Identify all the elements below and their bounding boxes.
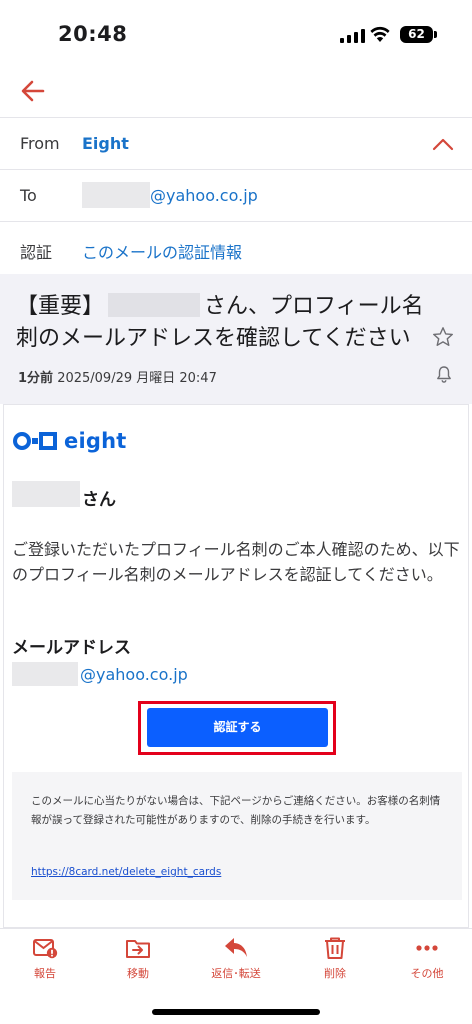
body-paragraph: ご登録いただいたプロフィール名刺のご本人確認のため、以下のプロフィール名刺のメー… xyxy=(12,540,460,584)
move-label: 移動 xyxy=(127,967,149,980)
status-bar: 20:48 62 xyxy=(0,0,472,64)
more-icon xyxy=(416,945,438,951)
chevron-up-icon[interactable] xyxy=(432,136,454,152)
from-row: From Eight xyxy=(0,118,472,170)
more-label: その他 xyxy=(410,967,444,980)
from-sender[interactable]: Eight xyxy=(82,134,129,153)
reply-icon xyxy=(225,938,247,957)
message-body: eight さん ご登録いただいたプロフィール名刺のご本人確認のため、以下のプロ… xyxy=(3,404,469,928)
move-icon xyxy=(126,940,150,958)
subject-block: 【重要】 さん、プロフィール名 刺のメールアドレスを確認してください 1分前 20… xyxy=(0,274,472,398)
home-indicator xyxy=(152,1009,320,1015)
brand-header: eight xyxy=(12,429,126,453)
reply-forward-button[interactable]: 返信･転送 xyxy=(196,935,276,985)
to-recipient-domain[interactable]: @yahoo.co.jp xyxy=(150,186,258,205)
delete-button[interactable]: 削除 xyxy=(295,935,375,985)
email-label: メールアドレス xyxy=(12,638,131,658)
star-icon[interactable] xyxy=(432,326,454,348)
subject-line1-suffix: さん、プロフィール名 xyxy=(204,294,424,319)
nav-bar xyxy=(0,64,472,118)
notice-text: このメールに心当たりがない場合は、下記ページからご連絡ください。お客様の名刺情報… xyxy=(31,795,441,826)
battery-indicator: 62 xyxy=(400,26,433,43)
trash-icon xyxy=(325,937,345,959)
meta-relative-time: 1分前 xyxy=(18,371,54,386)
bell-icon[interactable] xyxy=(436,365,452,383)
bottom-toolbar: 報告 移動 返信･転送 削除 その他 xyxy=(0,928,472,1024)
to-row: To @yahoo.co.jp xyxy=(0,170,472,222)
battery-tip xyxy=(434,31,437,38)
move-button[interactable]: 移動 xyxy=(98,935,178,985)
signal-icon xyxy=(340,28,365,43)
more-button[interactable]: その他 xyxy=(387,935,467,985)
from-label: From xyxy=(20,134,60,153)
status-time: 20:48 xyxy=(58,22,128,46)
eight-logo-icon xyxy=(13,432,57,450)
back-arrow-icon[interactable] xyxy=(18,76,48,106)
to-label: To xyxy=(20,186,37,205)
reply-forward-label: 返信･転送 xyxy=(211,967,261,980)
report-label: 報告 xyxy=(34,967,56,980)
redacted-email-user xyxy=(12,662,78,686)
delete-label: 削除 xyxy=(324,967,346,980)
report-button[interactable]: 報告 xyxy=(5,935,85,985)
subject-prefix: 【重要】 xyxy=(16,294,105,319)
message-meta: 1分前 2025/09/29 月曜日 20:47 xyxy=(18,367,217,386)
delete-cards-link[interactable]: https://8card.net/delete_eight_cards xyxy=(31,866,221,878)
subject-line-2: 刺のメールアドレスを確認してください xyxy=(16,326,411,351)
auth-label: 認証 xyxy=(20,243,53,262)
greeting-suffix: さん xyxy=(82,490,116,510)
verify-button[interactable]: 認証する xyxy=(147,708,328,747)
report-icon xyxy=(33,939,58,959)
subject-line-1: 【重要】 さん、プロフィール名 xyxy=(16,288,424,320)
auth-row: 認証 このメールの認証情報 xyxy=(0,222,472,274)
redacted-greeting-name xyxy=(12,481,80,507)
redacted-name xyxy=(108,293,201,317)
wifi-icon xyxy=(370,26,390,42)
notice-box: このメールに心当たりがない場合は、下記ページからご連絡ください。お客様の名刺情報… xyxy=(12,772,462,900)
email-domain[interactable]: @yahoo.co.jp xyxy=(80,665,188,684)
redacted-recipient xyxy=(82,182,150,208)
meta-datetime: 2025/09/29 月曜日 20:47 xyxy=(57,371,217,386)
brand-name: eight xyxy=(64,429,127,453)
auth-info-link[interactable]: このメールの認証情報 xyxy=(82,239,242,263)
